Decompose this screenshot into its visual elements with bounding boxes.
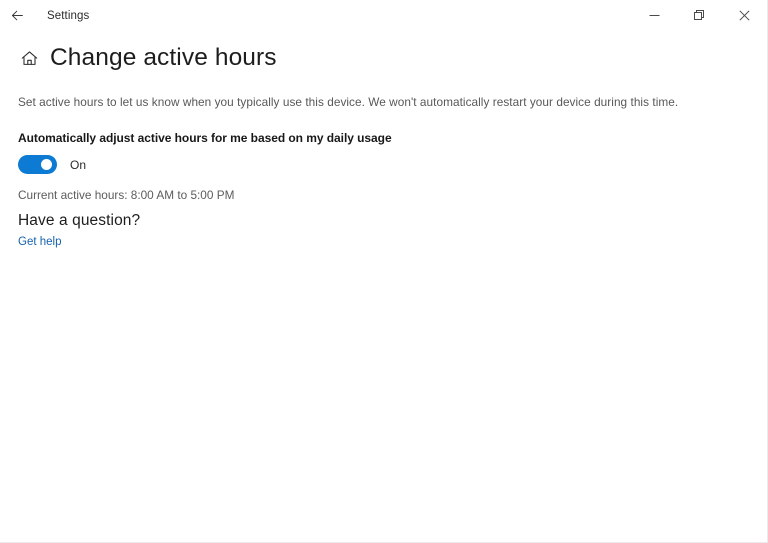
toggle-knob [41, 159, 52, 170]
auto-adjust-toggle-row: On [18, 155, 767, 174]
page-title: Change active hours [50, 44, 277, 71]
current-active-hours-value: 8:00 AM to 5:00 PM [130, 188, 235, 202]
page-content: Change active hours Set active hours to … [0, 31, 767, 542]
current-active-hours: Current active hours: 8:00 AM to 5:00 PM [18, 188, 767, 202]
current-active-hours-label: Current active hours: [18, 188, 128, 202]
close-icon [739, 10, 750, 21]
get-help-link[interactable]: Get help [18, 236, 61, 248]
titlebar-drag-region [89, 0, 632, 31]
back-button[interactable] [0, 0, 34, 31]
help-heading: Have a question? [18, 212, 141, 229]
minimize-button[interactable] [632, 0, 677, 31]
window-title: Settings [47, 9, 90, 22]
restore-icon [694, 10, 705, 21]
close-button[interactable] [722, 0, 767, 31]
home-icon[interactable] [18, 47, 40, 69]
page-description: Set active hours to let us know when you… [18, 95, 679, 109]
auto-adjust-section: Automatically adjust active hours for me… [18, 131, 767, 174]
auto-adjust-toggle[interactable] [18, 155, 57, 174]
restore-button[interactable] [677, 0, 722, 31]
auto-adjust-label: Automatically adjust active hours for me… [18, 131, 392, 145]
title-bar: Settings [0, 0, 767, 31]
settings-window: Settings Change active hours Set active … [0, 0, 768, 543]
back-arrow-icon [10, 8, 25, 23]
minimize-icon [649, 10, 660, 21]
page-header: Change active hours [18, 40, 767, 76]
toggle-state-label: On [70, 157, 87, 172]
